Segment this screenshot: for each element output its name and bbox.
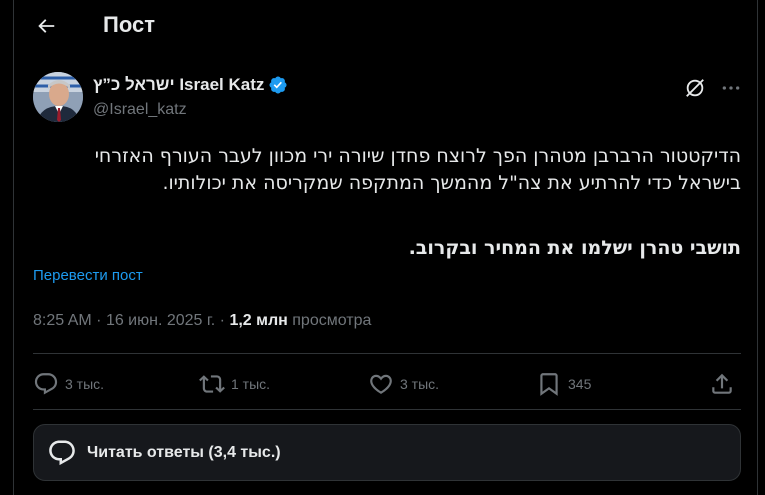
avatar-image (33, 72, 83, 122)
tweet-text: הדיקטטור הרברבן מטהרן הפך לרוצח פחדן שיו… (33, 143, 741, 262)
share-button[interactable] (709, 366, 735, 402)
post-date[interactable]: 16 июн. 2025 г. (106, 312, 215, 329)
more-dots-icon (722, 86, 740, 90)
repost-icon (199, 375, 225, 393)
separator-dot: · (96, 312, 106, 329)
read-replies-label: Читать ответы (3,4 тыс.) (87, 443, 281, 461)
views-label: просмотра (292, 312, 372, 329)
read-replies-button[interactable]: Читать ответы (3,4 тыс.) (33, 424, 741, 481)
like-button[interactable]: 3 тыс. (368, 366, 439, 402)
author-name-text[interactable]: ישראל כ”ץ Israel Katz (93, 75, 264, 95)
separator-dot: · (219, 312, 230, 329)
divider (33, 409, 741, 410)
share-icon (712, 373, 732, 394)
more-options-button[interactable] (717, 74, 745, 102)
grok-button[interactable] (681, 74, 709, 102)
repost-count: 1 тыс. (231, 376, 271, 392)
author-handle[interactable]: @Israel_katz (93, 101, 187, 119)
reply-button[interactable]: 3 тыс. (33, 366, 104, 402)
repost-button[interactable]: 1 тыс. (199, 366, 270, 402)
heart-icon (370, 374, 392, 394)
post-time[interactable]: 8:25 AM (33, 312, 92, 329)
back-button[interactable] (26, 6, 66, 46)
page-header: Пост (14, 0, 759, 52)
verified-badge-icon[interactable] (268, 75, 288, 95)
tweet-paragraph: הדיקטטור הרברבן מטהרן הפך לרוצח פחדן שיו… (94, 145, 741, 194)
divider (33, 353, 741, 354)
avatar[interactable] (33, 72, 83, 122)
translate-post-link[interactable]: Перевести пост (33, 267, 143, 284)
bookmark-icon (540, 373, 558, 396)
reply-icon (34, 373, 58, 395)
bookmark-count: 345 (568, 376, 592, 392)
views-count: 1,2 млн (229, 312, 288, 329)
page-title: Пост (103, 12, 155, 37)
arrow-left-icon (38, 19, 55, 33)
tweet-paragraph: תושבי טהרן ישלמו את המחיר ובקרוב. (408, 237, 741, 259)
grok-icon (686, 79, 704, 97)
bookmark-button[interactable]: 345 (536, 366, 591, 402)
action-bar: 3 тыс. 1 тыс. 3 тыс. 345 (33, 366, 741, 402)
author-name[interactable]: ישראל כ”ץ Israel Katz (93, 75, 288, 95)
post-metadata: 8:25 AM · 16 июн. 2025 г. · 1,2 млн прос… (33, 312, 371, 330)
like-count: 3 тыс. (400, 376, 440, 392)
speech-bubble-icon (49, 440, 75, 465)
reply-count: 3 тыс. (65, 376, 105, 392)
post-column: Пост ישראל כ”ץ Israel Katz @Israel_katz (13, 0, 758, 495)
